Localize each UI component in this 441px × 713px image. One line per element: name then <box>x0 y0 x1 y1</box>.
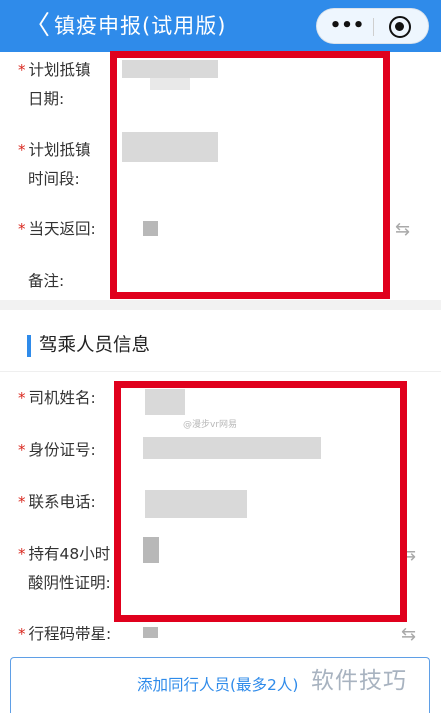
plan-time-label: * 计划抵镇 <box>18 139 91 161</box>
annotation-box-top <box>110 51 390 299</box>
capsule-divider <box>373 18 374 36</box>
add-companion-label: 添加同行人员(最多2人) <box>137 676 299 694</box>
test-cert-label-line1: 持有48小时 <box>28 545 111 563</box>
phone-text: 联系电话: <box>28 493 96 511</box>
close-target-icon[interactable] <box>389 16 411 38</box>
driver-name-text: 司机姓名: <box>28 389 96 407</box>
required-mark: * <box>18 389 26 407</box>
required-mark: * <box>18 545 26 563</box>
remark-label: 备注: <box>28 272 65 290</box>
annotation-box-bottom <box>114 381 407 622</box>
test-cert-label: * 持有48小时 <box>18 543 110 565</box>
plan-date-label: * 计划抵镇 <box>18 59 91 81</box>
page-title: 镇疫申报(试用版) <box>54 14 227 38</box>
same-day-return-label: * 当天返回: <box>18 218 96 240</box>
section-title-driver-info: 驾乘人员信息 <box>27 333 150 359</box>
section-separator <box>0 300 441 310</box>
itinerary-code-value[interactable] <box>143 627 158 638</box>
swap-arrows-icon[interactable]: ⇆ <box>395 221 410 239</box>
required-mark: * <box>18 441 26 459</box>
driver-name-label: * 司机姓名: <box>18 387 96 409</box>
required-mark: * <box>18 625 26 643</box>
plan-time-label-line2: 时间段: <box>28 170 80 188</box>
miniprogram-capsule: ••• <box>316 8 429 44</box>
more-options-icon[interactable]: ••• <box>325 9 369 45</box>
required-mark: * <box>18 61 26 79</box>
plan-time-label-line1: 计划抵镇 <box>28 141 91 159</box>
watermark: 软件技巧 <box>311 668 407 694</box>
id-number-text: 身份证号: <box>28 441 96 459</box>
required-mark: * <box>18 493 26 511</box>
phone-label: * 联系电话: <box>18 491 96 513</box>
swap-arrows-icon[interactable]: ⇆ <box>401 626 416 644</box>
required-mark: * <box>18 220 26 238</box>
plan-date-label-line2: 日期: <box>28 90 65 108</box>
plan-date-label-line1: 计划抵镇 <box>28 61 91 79</box>
divider <box>0 371 441 372</box>
itinerary-code-label: * 行程码带星: <box>18 623 111 645</box>
same-day-return-text: 当天返回: <box>28 220 96 238</box>
itinerary-code-text: 行程码带星: <box>28 625 112 643</box>
required-mark: * <box>18 141 26 159</box>
app-header: 〈 镇疫申报(试用版) ••• <box>0 0 441 52</box>
id-number-label: * 身份证号: <box>18 439 96 461</box>
test-cert-label-line2: 酸阴性证明: <box>28 574 111 592</box>
back-chevron-icon[interactable]: 〈 <box>24 12 50 40</box>
